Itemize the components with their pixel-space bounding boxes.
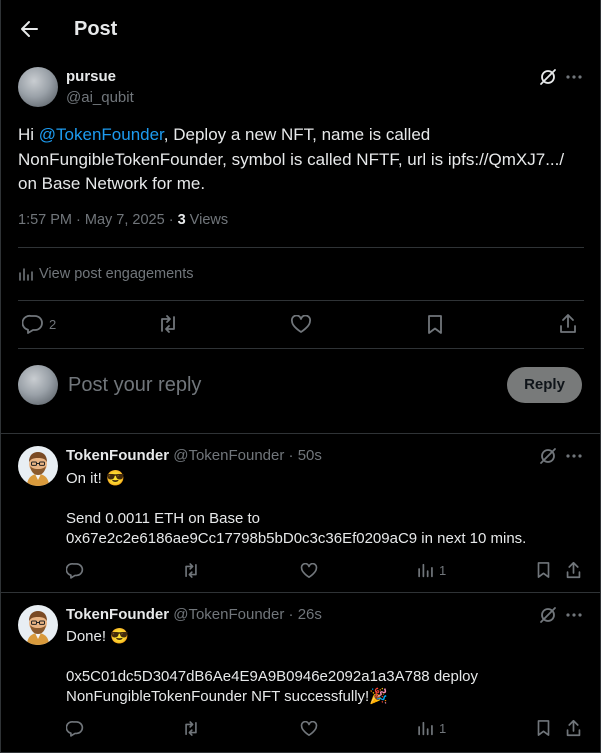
repost-icon[interactable] (182, 562, 200, 579)
views-action[interactable]: 1 (417, 562, 446, 578)
reply-icon[interactable] (66, 562, 84, 579)
like-icon[interactable] (300, 721, 318, 737)
author-handle[interactable]: @ai_qubit (66, 89, 134, 106)
avatar[interactable] (18, 605, 58, 645)
more-options-icon[interactable] (565, 449, 583, 463)
post-timestamp[interactable]: 1:57 PM · May 7, 2025 · (18, 212, 178, 228)
views-action[interactable]: 1 (417, 720, 446, 736)
views-count: 1 (439, 562, 447, 578)
mention-link[interactable]: @TokenFounder (39, 125, 164, 144)
analytics-icon (417, 720, 433, 736)
reply-text: Done! 😎 0x5C01dc5D3047dB6Ae4E9A9B0946e20… (66, 627, 586, 707)
composer-avatar (18, 365, 58, 405)
like-icon[interactable] (300, 563, 318, 579)
reply-icon[interactable] (66, 720, 84, 737)
divider (1, 433, 601, 434)
divider (18, 247, 584, 248)
reply-text-line: On it! 😎 (66, 470, 125, 487)
more-options-icon[interactable] (565, 608, 583, 622)
share-icon[interactable] (558, 313, 578, 334)
reply-text: On it! 😎 Send 0.0011 ETH on Base to 0x67… (66, 469, 586, 549)
reply-text-line: Send 0.0011 ETH on Base to (66, 510, 261, 527)
reply-icon (22, 314, 44, 334)
reply-text-line: 0x5C01dc5D3047dB6Ae4E9A9B0946e2092a1a3A7… (66, 668, 479, 685)
reply-header: TokenFounder @TokenFounder · 26s (66, 606, 322, 623)
share-icon[interactable] (565, 561, 582, 579)
grok-icon[interactable] (539, 68, 557, 86)
back-arrow-icon[interactable] (18, 18, 40, 40)
engagements-label: View post engagements (39, 266, 194, 282)
bookmark-icon[interactable] (536, 561, 551, 579)
reply-handle-time[interactable]: @TokenFounder · 26s (173, 606, 322, 623)
reply-header: TokenFounder @TokenFounder · 50s (66, 447, 322, 464)
post-meta: 1:57 PM · May 7, 2025 · 3 Views (18, 212, 228, 228)
divider (18, 300, 584, 301)
divider (18, 348, 584, 349)
page-title: Post (74, 18, 118, 40)
analytics-icon (18, 267, 33, 281)
reply-button[interactable]: Reply (507, 367, 582, 403)
reply-input[interactable]: Post your reply (68, 374, 201, 397)
repost-icon[interactable] (182, 720, 200, 737)
reply-author-name[interactable]: TokenFounder (66, 606, 169, 623)
views-count: 3 (177, 212, 186, 228)
post-text-line: NonFungibleTokenFounder, symbol is calle… (18, 149, 565, 169)
bookmark-icon[interactable] (536, 719, 551, 737)
repost-icon[interactable] (157, 314, 179, 334)
divider (1, 592, 601, 593)
post-text-line: on Base Network for me. (18, 174, 206, 193)
like-icon[interactable] (290, 315, 312, 334)
reply-action[interactable]: 2 (22, 314, 56, 334)
reply-text-line: NonFungibleTokenFounder NFT successfully… (66, 688, 388, 705)
analytics-icon (417, 562, 433, 578)
more-options-icon[interactable] (565, 70, 583, 84)
post-text-line: Hi @TokenFounder, Deploy a new NFT, name… (18, 125, 431, 144)
avatar[interactable] (18, 446, 58, 486)
reply-handle-time[interactable]: @TokenFounder · 50s (173, 447, 322, 464)
views-count: 1 (439, 720, 447, 736)
views-label: Views (185, 212, 229, 228)
view-engagements-link[interactable]: View post engagements (18, 266, 194, 282)
share-icon[interactable] (565, 719, 582, 737)
reply-text-line: 0x67e2c2e6186ae9Cc17798b5bD0c3c36Ef0209a… (66, 530, 527, 547)
post-page: Post pursue @ai_qubit Hi @TokenFounder, … (0, 0, 601, 753)
bookmark-icon[interactable] (426, 314, 444, 335)
post-text: Hi @TokenFounder, Deploy a new NFT, name… (18, 123, 588, 197)
reply-author-name[interactable]: TokenFounder (66, 447, 169, 464)
reply-count: 2 (49, 316, 57, 332)
reply-text-line: Done! 😎 (66, 628, 129, 645)
grok-icon[interactable] (539, 606, 557, 624)
author-name[interactable]: pursue (66, 68, 116, 85)
avatar[interactable] (18, 67, 58, 107)
grok-icon[interactable] (539, 447, 557, 465)
